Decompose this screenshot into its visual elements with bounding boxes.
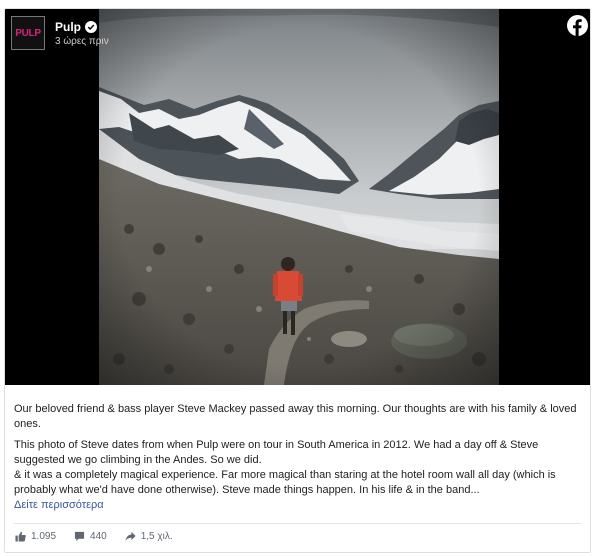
post-paragraph-1: Our beloved friend & bass player Steve M…: [14, 403, 577, 430]
shares-stat[interactable]: 1,5 χιλ.: [125, 531, 173, 542]
post-paragraph-3: & it was a completely magical experience…: [14, 469, 556, 496]
post-text: Our beloved friend & bass player Steve M…: [14, 402, 584, 513]
mountain-photo: [99, 9, 499, 385]
divider: [14, 523, 581, 524]
facebook-logo-icon[interactable]: [567, 15, 588, 36]
page-logo-text: PULP: [15, 27, 41, 39]
facebook-post-card: PULP Pulp 3 ώρες πριν Our beloved friend…: [4, 8, 591, 553]
share-arrow-icon: [125, 531, 136, 542]
comment-icon: [74, 531, 85, 542]
post-meta: Pulp 3 ώρες πριν: [55, 20, 109, 47]
see-more-link[interactable]: Δείτε περισσότερα: [14, 498, 104, 513]
post-photo[interactable]: [99, 9, 499, 385]
post-header: PULP Pulp 3 ώρες πριν: [11, 15, 109, 51]
post-media[interactable]: PULP Pulp 3 ώρες πριν: [5, 9, 590, 385]
shares-count: 1,5 χιλ.: [140, 531, 173, 542]
likes-stat[interactable]: 1.095: [15, 531, 56, 542]
post-stats: 1.095 440 1,5 χιλ.: [15, 531, 191, 542]
comments-count: 440: [90, 531, 107, 542]
post-paragraph-2: This photo of Steve dates from when Pulp…: [14, 439, 539, 466]
comments-stat[interactable]: 440: [74, 531, 107, 542]
page-name[interactable]: Pulp: [55, 20, 81, 34]
thumbs-up-icon: [15, 531, 26, 542]
name-row: Pulp: [55, 20, 109, 34]
likes-count: 1.095: [31, 531, 57, 542]
post-timestamp[interactable]: 3 ώρες πριν: [55, 36, 109, 47]
verified-badge-icon: [85, 20, 97, 33]
page-avatar[interactable]: PULP: [11, 16, 45, 50]
